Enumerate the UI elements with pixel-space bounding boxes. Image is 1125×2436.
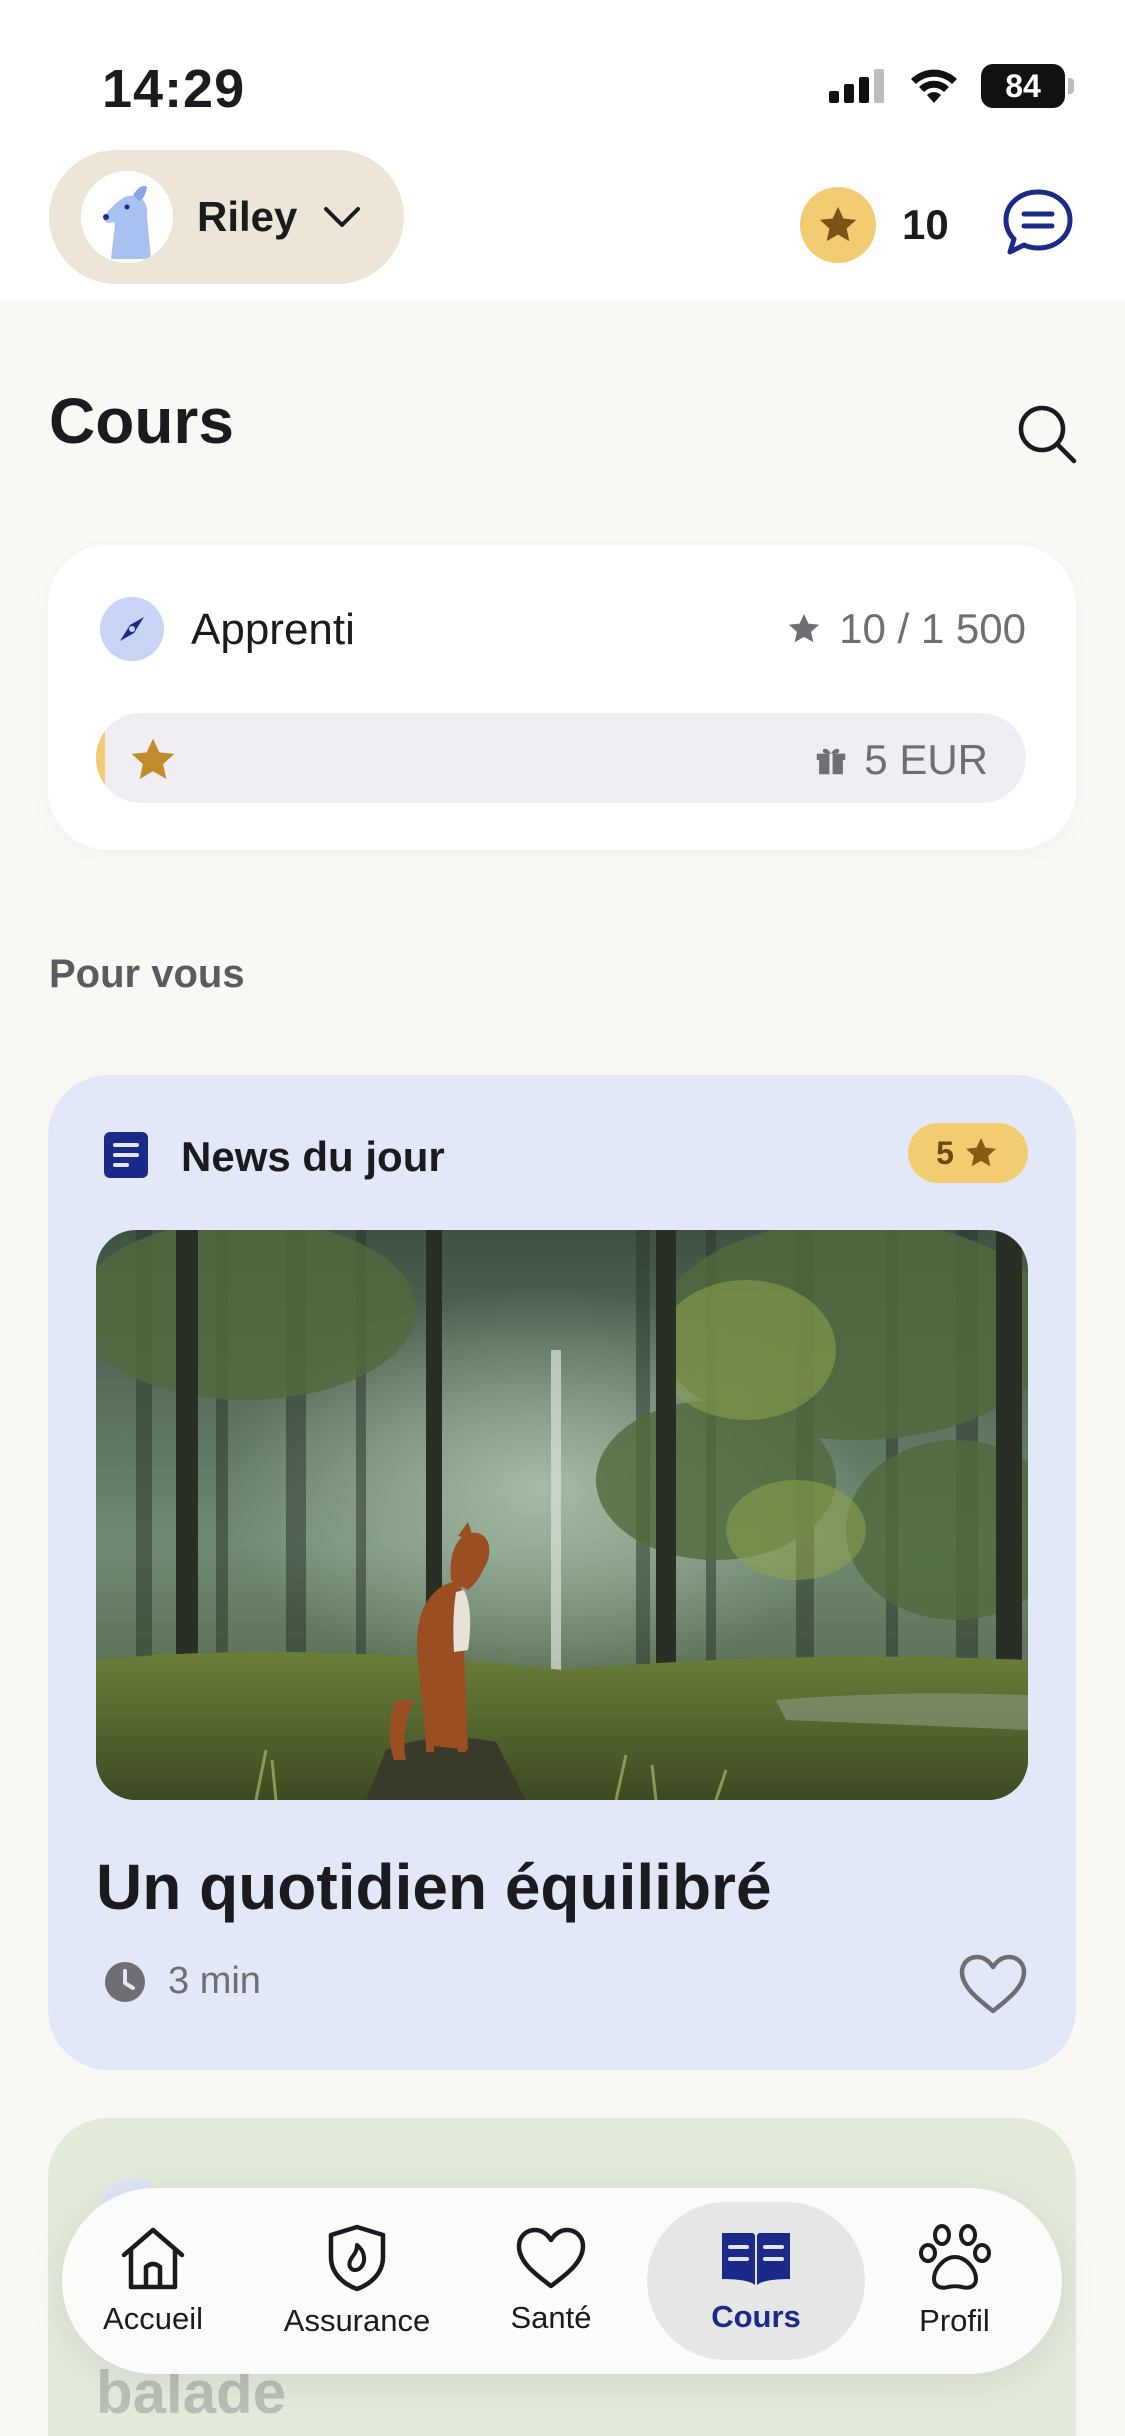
book-icon	[722, 2233, 790, 2285]
tab-accueil[interactable]: Accueil	[78, 2202, 228, 2360]
article-card[interactable]: News du jour 5 Un quotidien équilibré 3 …	[48, 1075, 1076, 2070]
paw-icon	[918, 2224, 991, 2290]
tab-profil-label: Profil	[919, 2303, 990, 2338]
article-image	[96, 1230, 1028, 1800]
article-title: Un quotidien équilibré	[96, 1851, 772, 1923]
points-value: 10	[902, 201, 949, 248]
search-icon[interactable]	[1016, 403, 1078, 465]
pet-avatar	[81, 171, 173, 263]
article-duration-value: 3 min	[168, 1960, 261, 2002]
star-icon	[965, 1137, 996, 1167]
level-name: Apprenti	[191, 605, 355, 654]
level-progress-bar: 5 EUR	[96, 713, 1026, 803]
battery-indicator: 84	[981, 64, 1074, 108]
tab-sante-label: Santé	[510, 2300, 592, 2335]
status-icons: 84	[829, 64, 1074, 108]
heart-icon[interactable]	[958, 1953, 1028, 2015]
points-balance[interactable]: 10	[800, 187, 949, 263]
page-title: Cours	[49, 385, 234, 457]
points-coin	[800, 187, 876, 263]
progress-fill	[96, 713, 106, 803]
chevron-down-icon	[324, 207, 361, 227]
tab-accueil-label: Accueil	[103, 2301, 203, 2336]
article-reward-badge: 5	[908, 1123, 1028, 1183]
level-reward-value: 5 EUR	[864, 736, 988, 783]
gift-icon	[817, 748, 846, 775]
status-time: 14:29	[102, 59, 246, 119]
level-reward: 5 EUR	[812, 736, 988, 784]
article-duration: 3 min	[104, 1960, 261, 2003]
level-card[interactable]: Apprenti 10 / 1 500 5 EUR	[48, 545, 1076, 850]
star-icon	[819, 206, 857, 242]
article-reward-value: 5	[936, 1134, 954, 1171]
level-points-value: 10 / 1 500	[839, 605, 1026, 652]
wifi-icon	[911, 69, 957, 103]
tab-sante[interactable]: Santé	[486, 2202, 616, 2360]
tab-cours[interactable]: Cours	[647, 2202, 865, 2360]
pet-selector[interactable]: Riley	[49, 150, 404, 284]
tab-assurance[interactable]: Assurance	[267, 2202, 447, 2360]
article-type-label: News du jour	[181, 1133, 445, 1180]
shield-icon	[328, 2224, 386, 2292]
forest-dog-photo	[96, 1230, 1028, 1800]
heart-icon	[516, 2227, 586, 2289]
clock-icon	[105, 1961, 145, 2002]
chat-icon[interactable]	[1002, 188, 1074, 258]
signal-icon	[829, 69, 884, 103]
home-icon	[121, 2227, 185, 2290]
level-points: 10 / 1 500	[785, 605, 1026, 653]
level-badge	[100, 597, 164, 661]
star-icon	[789, 613, 820, 643]
star-icon	[131, 738, 175, 779]
section-title: Pour vous	[49, 952, 245, 996]
tab-cours-label: Cours	[711, 2299, 801, 2334]
battery-level: 84	[1005, 67, 1041, 104]
tab-bar: Accueil Assurance Santé Cours Profil	[62, 2188, 1062, 2374]
tab-assurance-label: Assurance	[283, 2303, 431, 2338]
tab-profil[interactable]: Profil	[882, 2202, 1027, 2360]
compass-icon	[120, 617, 144, 641]
article-icon	[104, 1132, 148, 1178]
pet-name: Riley	[197, 193, 298, 240]
dog-avatar-icon	[81, 171, 173, 263]
